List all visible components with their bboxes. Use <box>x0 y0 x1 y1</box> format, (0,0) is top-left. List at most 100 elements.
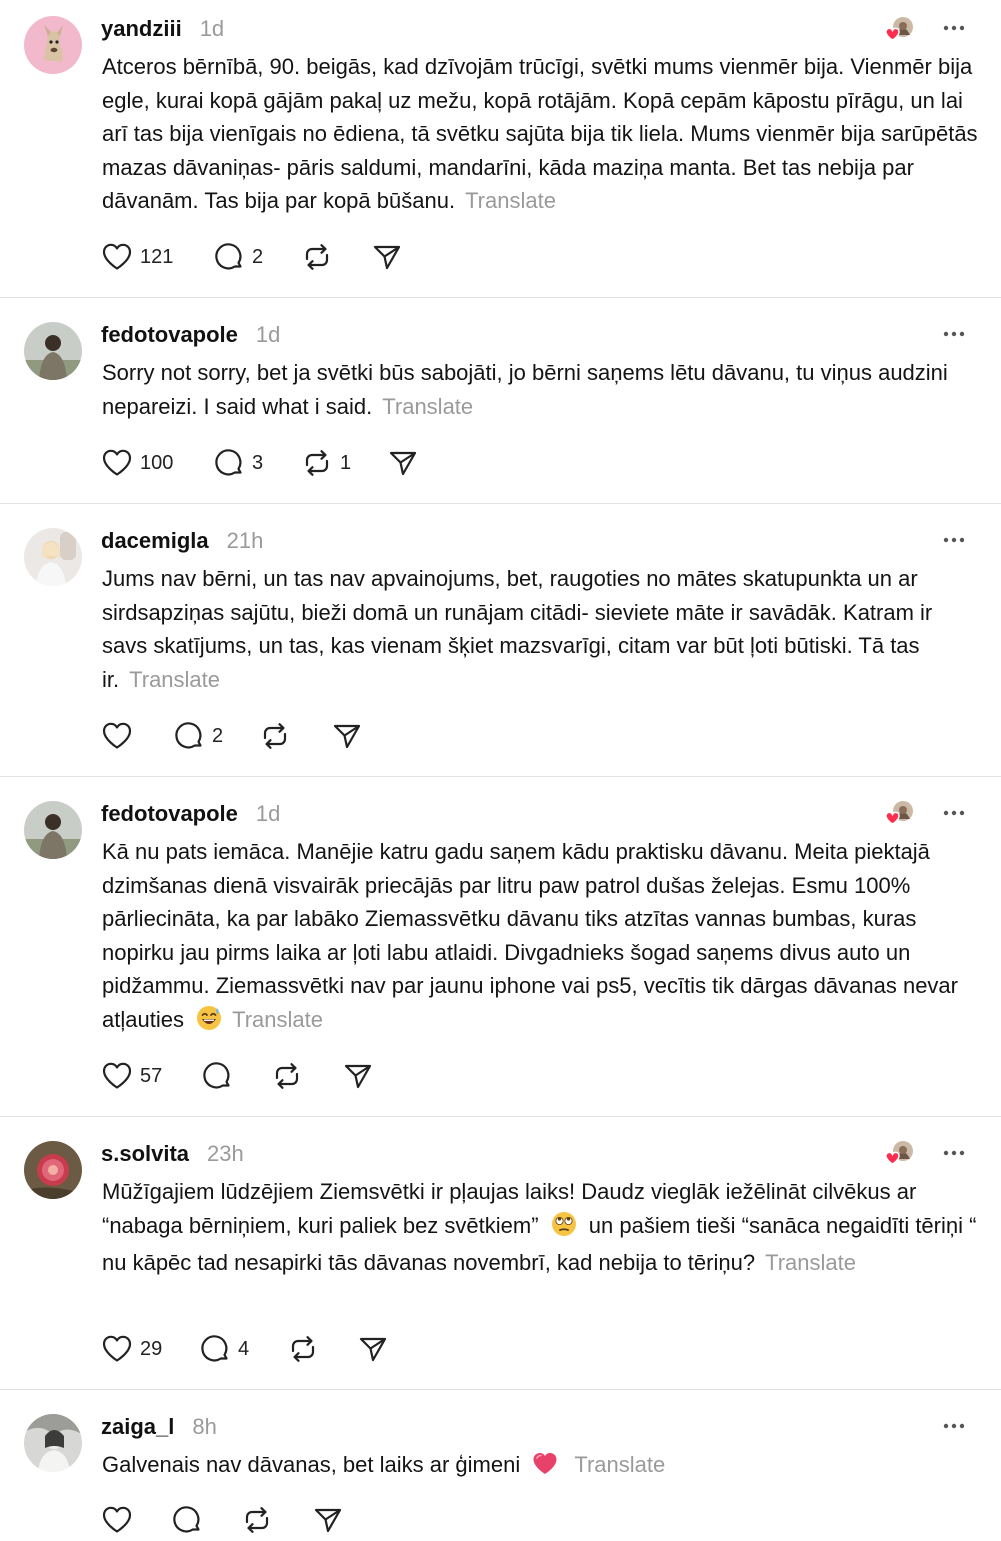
username[interactable]: yandziii <box>101 16 182 42</box>
post: dacemigla 21h Jums nav bērni, un tas nav… <box>0 504 1001 777</box>
timestamp: 8h <box>192 1414 217 1439</box>
comment-icon <box>201 1335 228 1362</box>
more-options-icon[interactable] <box>943 1415 965 1437</box>
face-with-rolling-eyes-emoji <box>551 1211 577 1247</box>
repost-icon <box>305 244 329 270</box>
translate-link[interactable]: Translate <box>382 394 473 419</box>
comment-icon <box>203 1062 230 1089</box>
heart-icon <box>102 449 132 476</box>
like-count: 100 <box>140 451 174 474</box>
repost-button[interactable]: 1 <box>302 446 388 480</box>
timestamp: 21h <box>226 528 264 553</box>
post-text-content: Sorry not sorry, bet ja svētki būs saboj… <box>102 360 948 419</box>
like-button[interactable]: 57 <box>102 1059 202 1093</box>
repost-button[interactable] <box>302 240 372 274</box>
post: s.solvita 23h Mūžīgajiem lūdzējiem Ziems… <box>0 1117 1001 1390</box>
heart-icon <box>102 1062 132 1089</box>
username[interactable]: fedotovapole <box>101 801 238 827</box>
comment-icon <box>173 1506 200 1533</box>
username[interactable]: s.solvita <box>101 1141 189 1167</box>
reply-count: 4 <box>238 1337 250 1360</box>
reply-button[interactable] <box>172 1503 242 1537</box>
post: zaiga_l 8h Galvenais nav dāvanas, bet la… <box>0 1390 1001 1541</box>
post-header: dacemigla 21h <box>101 526 263 556</box>
translate-link[interactable]: Translate <box>765 1250 856 1275</box>
liked-by-author-badge <box>883 15 913 43</box>
share-button[interactable] <box>372 240 412 274</box>
translate-link[interactable]: Translate <box>465 188 556 213</box>
post-header: s.solvita 23h <box>101 1139 244 1169</box>
reply-button[interactable]: 4 <box>200 1332 288 1366</box>
post-text: Jums nav bērni, un tas nav apvainojums, … <box>102 562 982 696</box>
repost-icon <box>263 723 287 749</box>
heart-icon <box>102 1506 132 1533</box>
more-options-icon[interactable] <box>943 323 965 345</box>
like-button[interactable]: 100 <box>102 446 214 480</box>
avatar[interactable] <box>24 1414 82 1472</box>
send-icon <box>333 724 361 749</box>
share-button[interactable] <box>343 1059 383 1093</box>
send-icon <box>314 1508 342 1533</box>
username[interactable]: dacemigla <box>101 528 209 554</box>
share-button[interactable] <box>388 446 428 480</box>
username[interactable]: zaiga_l <box>101 1414 174 1440</box>
more-options-icon[interactable] <box>943 529 965 551</box>
avatar[interactable] <box>24 1141 82 1199</box>
repost-button[interactable] <box>272 1059 343 1093</box>
avatar[interactable] <box>24 801 82 859</box>
avatar[interactable] <box>24 16 82 74</box>
repost-icon <box>291 1336 315 1362</box>
reply-button[interactable]: 2 <box>214 240 302 274</box>
username[interactable]: fedotovapole <box>101 322 238 348</box>
post-actions: 57 <box>102 1059 383 1093</box>
post: fedotovapole 1d Sorry not sorry, bet ja … <box>0 298 1001 504</box>
send-icon <box>344 1064 372 1089</box>
liked-by-author-badge <box>883 799 913 827</box>
send-icon <box>373 245 401 270</box>
post-text: Mūžīgajiem lūdzējiem Ziemsvētki ir pļauj… <box>102 1175 982 1280</box>
share-button[interactable] <box>358 1332 398 1366</box>
share-button[interactable] <box>332 719 372 753</box>
post-text: Atceros bērnībā, 90. beigās, kad dzīvojā… <box>102 50 982 218</box>
avatar[interactable] <box>24 528 82 586</box>
repost-button[interactable] <box>288 1332 358 1366</box>
like-button[interactable] <box>102 719 174 753</box>
post-actions: 121 2 <box>102 240 412 274</box>
reply-button[interactable]: 2 <box>174 719 260 753</box>
avatar[interactable] <box>24 322 82 380</box>
post: yandziii 1d Atceros bērnībā, 90. beigās,… <box>0 0 1001 298</box>
timestamp: 23h <box>207 1141 244 1166</box>
comment-icon <box>175 722 202 749</box>
post-header: fedotovapole 1d <box>101 320 280 350</box>
post-actions: 2 <box>102 719 372 753</box>
more-options-icon[interactable] <box>943 802 965 824</box>
reply-button[interactable] <box>202 1059 272 1093</box>
translate-link[interactable]: Translate <box>232 1007 323 1032</box>
liked-by-author-badge <box>883 1139 913 1167</box>
comment-icon <box>215 243 242 270</box>
comment-icon <box>215 449 242 476</box>
post-actions: 29 4 <box>102 1332 398 1366</box>
reply-button[interactable]: 3 <box>214 446 302 480</box>
reply-count: 2 <box>252 245 264 268</box>
translate-link[interactable]: Translate <box>574 1452 665 1477</box>
post: fedotovapole 1d Kā nu pats iemāca. Manēj… <box>0 777 1001 1117</box>
post-text-content: Galvenais nav dāvanas, bet laiks ar ģime… <box>102 1452 521 1477</box>
post-actions: 100 3 1 <box>102 446 428 480</box>
repost-button[interactable] <box>242 1503 313 1537</box>
post-text: Sorry not sorry, bet ja svētki būs saboj… <box>102 356 982 423</box>
more-options-icon[interactable] <box>943 1142 965 1164</box>
sweat-smile-emoji <box>196 1005 222 1041</box>
more-options-icon[interactable] <box>943 17 965 39</box>
share-button[interactable] <box>313 1503 353 1537</box>
like-button[interactable]: 121 <box>102 240 214 274</box>
like-button[interactable] <box>102 1503 172 1537</box>
like-button[interactable]: 29 <box>102 1332 200 1366</box>
heart-icon <box>102 722 132 749</box>
repost-button[interactable] <box>260 719 332 753</box>
post-text: Galvenais nav dāvanas, bet laiks ar ģime… <box>102 1448 982 1486</box>
heart-emoji <box>532 1452 558 1486</box>
translate-link[interactable]: Translate <box>129 667 220 692</box>
post-text-content: Jums nav bērni, un tas nav apvainojums, … <box>102 566 933 692</box>
repost-count: 1 <box>340 451 352 474</box>
